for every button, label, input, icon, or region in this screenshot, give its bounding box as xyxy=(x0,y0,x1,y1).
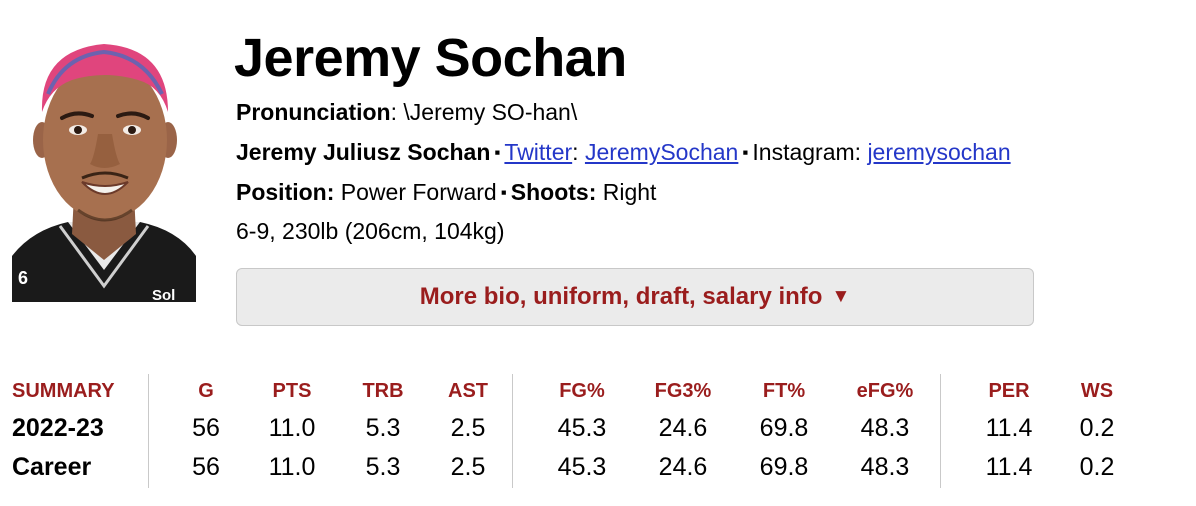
stat-cell: 45.3 xyxy=(557,453,607,481)
separator-bullet: ▪ xyxy=(500,183,507,202)
column-divider xyxy=(940,374,941,488)
colon: : xyxy=(572,139,585,165)
position-line: Position: Power Forward ▪ Shoots: Right xyxy=(236,177,656,210)
stat-cell: 24.6 xyxy=(658,453,708,481)
header-per: PER xyxy=(988,380,1030,402)
stat-cell: 5.3 xyxy=(365,414,401,442)
stat-cell: 2.5 xyxy=(450,414,486,442)
summary-stats-table: SUMMARY 2022-23 Career G PTS TRB AST FG%… xyxy=(0,374,1196,490)
header-ft-pct: FT% xyxy=(762,380,806,402)
more-info-label: More bio, uniform, draft, salary info xyxy=(419,283,823,310)
header-ws: WS xyxy=(1080,380,1114,402)
jersey-number: 6 xyxy=(18,268,28,288)
stat-cell: 24.6 xyxy=(658,414,708,442)
separator-bullet: ▪ xyxy=(494,143,501,162)
header-g: G xyxy=(198,380,214,402)
jersey-text: Sol xyxy=(152,287,175,302)
pronunciation-line: Pronunciation: \Jeremy SO-han\ xyxy=(236,97,577,127)
header-fg3-pct: FG3% xyxy=(654,380,712,402)
stat-cell: 45.3 xyxy=(557,414,607,442)
instagram-handle-link[interactable]: jeremysochan xyxy=(867,139,1010,165)
position-value: Power Forward xyxy=(340,179,497,205)
player-name: Jeremy Sochan xyxy=(234,28,627,88)
full-name: Jeremy Juliusz Sochan xyxy=(236,139,491,165)
shoots-value: Right xyxy=(602,179,657,205)
summary-title: SUMMARY xyxy=(12,380,115,402)
stat-cell: 0.2 xyxy=(1079,414,1115,442)
pronunciation-label: Pronunciation xyxy=(236,99,391,125)
measurements: 6-9, 230lb (206cm, 104kg) xyxy=(236,218,505,244)
stat-cell: 5.3 xyxy=(365,453,401,481)
player-headshot: 6 Sol xyxy=(12,34,196,302)
stat-cell: 11.4 xyxy=(985,453,1033,481)
header-fg-pct: FG% xyxy=(559,380,605,402)
stat-cell: 2.5 xyxy=(450,453,486,481)
column-divider xyxy=(148,374,149,488)
stat-cell: 69.8 xyxy=(759,453,809,481)
triangle-down-icon: ▼ xyxy=(831,286,851,307)
header-efg-pct: eFG% xyxy=(856,380,914,402)
header-trb: TRB xyxy=(362,380,404,402)
stat-cell: 11.0 xyxy=(268,453,316,481)
row-label-career: Career xyxy=(12,453,92,481)
stat-cell: 11.0 xyxy=(268,414,316,442)
shoots-label: Shoots: xyxy=(510,179,597,205)
stat-cell: 48.3 xyxy=(860,453,910,481)
twitter-handle-link[interactable]: JeremySochan xyxy=(585,139,738,165)
instagram-label: Instagram: xyxy=(752,139,868,165)
more-info-button[interactable]: More bio, uniform, draft, salary info ▼ xyxy=(236,268,1034,326)
header-pts: PTS xyxy=(272,380,312,402)
pronunciation-value: : \Jeremy SO-han\ xyxy=(390,99,578,125)
column-divider xyxy=(512,374,513,488)
stat-cell: 0.2 xyxy=(1079,453,1115,481)
separator-bullet: ▪ xyxy=(742,143,749,162)
stat-cell: 48.3 xyxy=(860,414,910,442)
stat-cell: 56 xyxy=(192,453,220,481)
full-name-social-line: Jeremy Juliusz Sochan ▪ Twitter: JeremySoc… xyxy=(236,137,1011,170)
stat-cell: 11.4 xyxy=(985,414,1033,442)
position-label: Position: xyxy=(236,179,335,205)
header-ast: AST xyxy=(448,380,488,402)
row-label-season: 2022-23 xyxy=(12,414,104,442)
stat-cell: 69.8 xyxy=(759,414,809,442)
player-headshot-image: 6 Sol xyxy=(12,44,196,302)
twitter-link[interactable]: Twitter xyxy=(504,139,572,165)
stat-cell: 56 xyxy=(192,414,220,442)
